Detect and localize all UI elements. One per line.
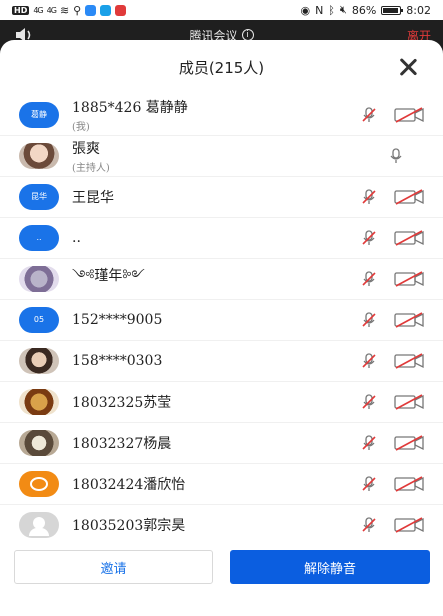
member-name-wrap: 158****0303: [72, 353, 162, 369]
mic-muted-icon[interactable]: [361, 393, 377, 410]
mic-muted-icon[interactable]: [361, 188, 377, 205]
member-name-wrap: 18032424潘欣怡: [72, 474, 185, 494]
camera-off-icon[interactable]: [394, 270, 424, 287]
avatar-initials: 昆华: [31, 192, 47, 201]
member-name: 18032327杨晨: [72, 435, 172, 452]
unmute-all-button[interactable]: 解除静音: [230, 550, 430, 584]
avatar: 05: [19, 306, 59, 333]
avatar: 葛静: [19, 101, 59, 128]
avatar: 昆华: [19, 183, 59, 210]
members-title: 成员(215人): [178, 58, 265, 77]
mic-muted-icon[interactable]: [361, 516, 377, 533]
mic-muted-icon[interactable]: [361, 106, 377, 123]
member-row[interactable]: 18032327杨晨: [0, 423, 443, 464]
member-name: ༺瑾年༻: [72, 267, 145, 284]
avatar: [19, 265, 59, 292]
headphones-icon: [30, 476, 48, 491]
avatar-initials: 05: [33, 315, 45, 324]
member-row[interactable]: 張爽 (主持人): [0, 136, 443, 177]
member-name: 18032325苏莹: [72, 394, 172, 411]
member-name-wrap: ..: [72, 230, 81, 246]
status-bar: HD 4G 4G ≋ ⚲ ◉ N ᛒ 🔇︎ 86% 8:02: [0, 0, 443, 20]
camera-off-icon[interactable]: [394, 475, 424, 492]
avatar: [19, 388, 59, 415]
member-name-wrap: 張爽 (主持人): [72, 138, 110, 174]
avatar: [19, 142, 59, 169]
camera-off-icon[interactable]: [394, 188, 424, 205]
camera-off-icon[interactable]: [394, 106, 424, 123]
avatar-initials: ..: [36, 233, 42, 242]
members-sheet: 成员(215人) 葛静 1885*426 葛静静 (我) 張爽 (主持人) 昆华 王昆华..…: [0, 40, 443, 616]
mic-muted-icon[interactable]: [361, 434, 377, 451]
member-row[interactable]: 昆华 王昆华: [0, 177, 443, 218]
camera-off-icon[interactable]: [394, 393, 424, 410]
member-name-wrap: 18032325苏莹: [72, 392, 171, 412]
camera-off-icon[interactable]: [394, 311, 424, 328]
invite-button[interactable]: 邀请: [14, 550, 213, 584]
member-row[interactable]: 18032424潘欣怡: [0, 464, 443, 505]
mute-icon: 🔇︎: [339, 3, 347, 16]
mic-muted-icon[interactable]: [361, 311, 377, 328]
battery-percent: 86%: [351, 3, 377, 17]
member-name: 1885*426 葛静静: [72, 99, 188, 116]
status-left: HD 4G 4G ≋ ⚲: [12, 3, 127, 17]
avatar: [19, 347, 59, 374]
member-name: 18032424潘欣怡: [72, 476, 186, 493]
app-notification-icon: [85, 4, 97, 16]
avatar: [19, 511, 59, 538]
member-name-wrap: ༺瑾年༻: [72, 259, 145, 299]
mail-icon: [115, 4, 127, 16]
member-name-wrap: 152****9005: [72, 312, 162, 328]
eye-icon: ◉: [300, 3, 311, 17]
default-user-icon: [29, 516, 49, 536]
camera-off-icon[interactable]: [394, 434, 424, 451]
avatar: ..: [19, 224, 59, 251]
mic-muted-icon[interactable]: [361, 352, 377, 369]
mic-muted-icon[interactable]: [361, 270, 377, 287]
member-name: ..: [72, 229, 81, 246]
bottom-bar: 邀请 解除静音: [0, 540, 443, 616]
member-row[interactable]: 葛静 1885*426 葛静静 (我): [0, 95, 443, 136]
member-row[interactable]: ༺瑾年༻: [0, 259, 443, 300]
member-row[interactable]: 18032325苏莹: [0, 382, 443, 423]
status-right: ◉ N ᛒ 🔇︎ 86% 8:02: [300, 3, 431, 17]
member-row[interactable]: 05 152****9005: [0, 300, 443, 341]
member-name-wrap: 18032327杨晨: [72, 433, 171, 453]
members-list[interactable]: 葛静 1885*426 葛静静 (我) 張爽 (主持人) 昆华 王昆华.... ༺瑾年༻ 05 1…: [0, 80, 443, 550]
bluetooth-icon: ᛒ: [328, 3, 335, 17]
member-row[interactable]: 158****0303: [0, 341, 443, 382]
member-role: (主持人): [72, 162, 110, 174]
signal-icon-2: 4G: [46, 5, 57, 15]
member-name-wrap: 1885*426 葛静静 (我): [72, 97, 188, 133]
camera-off-icon[interactable]: [394, 352, 424, 369]
mic-muted-icon[interactable]: [361, 229, 377, 246]
member-name: 152****9005: [72, 311, 163, 328]
qq-icon: [100, 4, 112, 16]
close-icon[interactable]: [397, 56, 419, 78]
signal-icon-1: 4G: [33, 5, 43, 15]
avatar: [19, 429, 59, 456]
avatar-initials: 葛静: [31, 110, 47, 119]
battery-icon: [381, 5, 404, 15]
camera-off-icon[interactable]: [394, 516, 424, 533]
hd-badge: HD: [12, 5, 30, 15]
avatar: [19, 470, 59, 497]
nfc-icon: N: [315, 3, 324, 17]
member-role: (我): [72, 121, 90, 133]
status-time: 8:02: [406, 3, 431, 17]
camera-off-icon[interactable]: [394, 229, 424, 246]
mic-muted-icon[interactable]: [361, 475, 377, 492]
mic-icon[interactable]: [388, 147, 404, 164]
wifi-icon: ≋: [59, 3, 70, 17]
member-name: 張爽: [72, 140, 100, 157]
member-name: 王昆华: [72, 189, 114, 206]
member-row[interactable]: ....: [0, 218, 443, 259]
member-name-wrap: 王昆华: [72, 187, 114, 207]
member-name: 158****0303: [72, 352, 163, 369]
search-icon: ⚲: [73, 3, 82, 17]
member-name: 18035203郭宗昊: [72, 517, 186, 534]
member-name-wrap: 18035203郭宗昊: [72, 515, 185, 535]
